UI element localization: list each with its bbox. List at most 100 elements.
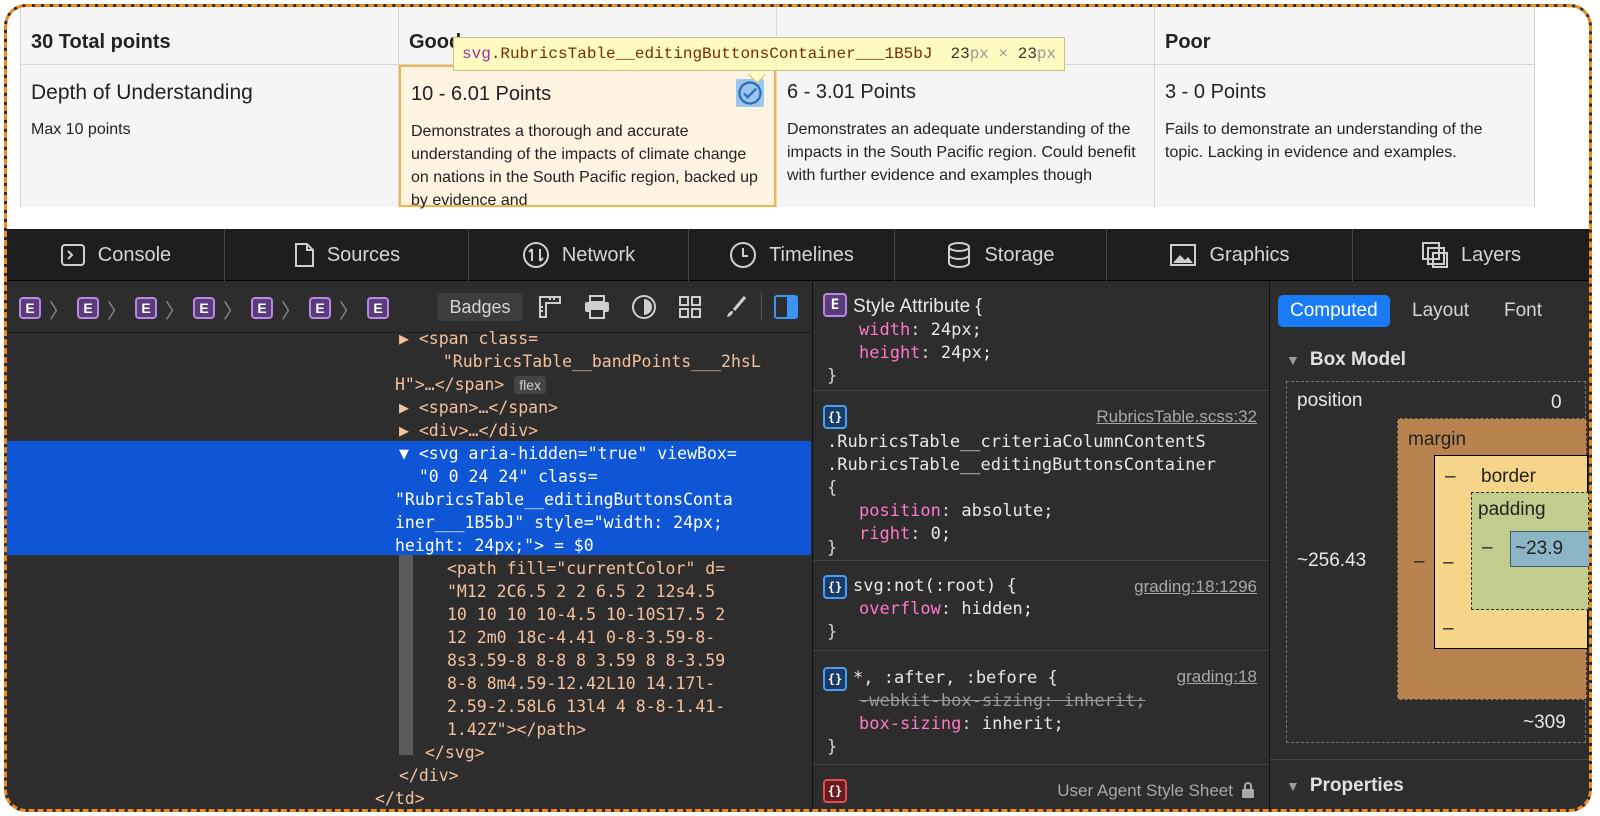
tooltip-unit: px (1036, 45, 1057, 63)
tab-computed[interactable]: Computed (1278, 295, 1390, 327)
rule-source-link[interactable]: grading:18:1296 (1134, 575, 1257, 598)
breadcrumb-element-icon[interactable]: E (251, 297, 273, 319)
tab-sources[interactable]: Sources (225, 229, 469, 281)
dom-node[interactable]: ▶ <div>…</div> (399, 419, 538, 442)
criteria-column: 30 Total points Depth of Understanding M… (21, 7, 399, 207)
breadcrumb-element-icon[interactable]: E (19, 297, 41, 319)
margin-left-value: – (1414, 551, 1425, 572)
dom-node-text: 12 2m0 18c-4.41 0-8-3.59-8- (447, 628, 716, 647)
dom-node[interactable]: ▶ <span class= (399, 327, 538, 350)
style-property[interactable]: height: 24px; (859, 342, 992, 365)
properties-header[interactable]: ▼ Properties (1286, 775, 1404, 797)
check-circle-icon[interactable] (736, 79, 764, 107)
rating-cell[interactable]: 6 - 3.01 Points Demonstrates an adequate… (777, 65, 1154, 207)
box-model-content: ~23.9 (1510, 531, 1589, 567)
border-bottom-value: – (1443, 618, 1454, 639)
style-property[interactable]: width: 24px; (859, 319, 982, 342)
tab-storage[interactable]: Storage (895, 229, 1107, 281)
dom-node-text: 8-8 8m4.59-12.42L10 14.17l- (447, 674, 716, 693)
tooltip-tag: svg (462, 45, 491, 63)
property-value: hidden; (961, 599, 1034, 619)
badges-button[interactable]: Badges (437, 293, 523, 321)
dom-node[interactable]: <path fill="currentColor" d= (447, 557, 725, 580)
image-icon (1170, 244, 1197, 266)
rating-cell-selected[interactable]: 10 - 6.01 Points Demonstrates a thorough… (399, 65, 776, 209)
dom-node-text: H">…</span> flex (395, 373, 547, 396)
rule-selector: .RubricsTable__editingButtonsContainer (827, 455, 1216, 475)
margin-label: margin (1408, 429, 1467, 450)
tab-graphics[interactable]: Graphics (1107, 229, 1353, 281)
tab-font[interactable]: Font (1492, 295, 1554, 327)
property-value: 24px; (940, 343, 993, 363)
dom-node-text: 2.59-2.58L6 13l4 4 8-8-1.41- (447, 697, 726, 716)
section-title: Box Model (1309, 349, 1406, 370)
band-description: Demonstrates a thorough and accurate und… (411, 123, 758, 209)
rule-source-link[interactable]: RubricsTable.scss:32 (1096, 405, 1257, 428)
element-inspect-tooltip: svg.RubricsTable__editingButtonsContaine… (453, 37, 1066, 71)
breadcrumb-element-icon[interactable]: E (135, 297, 157, 319)
flex-badge[interactable]: flex (514, 376, 547, 394)
property-name: position (859, 501, 941, 521)
dom-node-text: 1.42Z"></path> (447, 720, 587, 739)
layers-icon (1421, 242, 1448, 268)
appearance-icon[interactable] (631, 294, 657, 320)
property-value: 24px; (930, 320, 982, 340)
breadcrumb-separator-icon: 〉 (339, 301, 359, 323)
rating-cell[interactable]: 3 - 0 Points Fails to demonstrate an und… (1155, 65, 1534, 207)
rule-open-brace: { (827, 478, 838, 498)
dom-node-text: 8s3.59-8 8-8 8 3.59 8 8-3.59 (447, 651, 726, 670)
box-model-margin: margin – border – – – padding – ~23.9 (1397, 418, 1589, 700)
tab-timelines[interactable]: Timelines (689, 229, 895, 281)
details-sidebar: Computed Layout Font ▼ Box Model position… (1269, 281, 1589, 809)
style-property[interactable]: overflow: hidden; (859, 598, 1033, 621)
breadcrumb-separator-icon: 〉 (165, 301, 185, 323)
breadcrumb-element-icon[interactable]: E (309, 297, 331, 319)
rule-selector: *, :after, :before { (853, 668, 1058, 688)
section-title: Properties (1309, 775, 1404, 796)
dom-node-selected[interactable]: ▼ <svg aria-hidden="true" viewBox= "0 0 … (7, 441, 811, 555)
style-rule: E Style Attribute { width: 24px; height:… (813, 281, 1269, 391)
tab-layers[interactable]: Layers (1353, 229, 1589, 281)
breadcrumb-separator-icon: 〉 (49, 301, 69, 323)
console-icon (60, 244, 85, 266)
rule-close-brace: } (827, 538, 838, 558)
breadcrumb-element-icon[interactable]: E (193, 297, 215, 319)
tab-label: Graphics (1209, 243, 1290, 266)
tab-network[interactable]: Network (469, 229, 689, 281)
rule-source-link[interactable]: grading:18 (1177, 665, 1257, 688)
rubric-table: 30 Total points Depth of Understanding M… (7, 7, 1589, 229)
tab-layout[interactable]: Layout (1400, 295, 1481, 327)
grid-icon[interactable] (677, 294, 703, 320)
breadcrumb-element-icon[interactable]: E (77, 297, 99, 319)
ruler-icon[interactable] (537, 294, 563, 320)
box-model-border: border – – – padding – ~23.9 (1434, 455, 1589, 649)
style-property[interactable]: box-sizing: inherit; (859, 713, 1064, 736)
disclosure-down-icon: ▼ (1286, 352, 1300, 368)
sidebar-toggle-icon[interactable] (773, 294, 799, 320)
database-icon (948, 242, 971, 269)
property-value: inherit; (981, 714, 1064, 734)
devtools-tab-bar: Console Sources Network Timelines Storag… (7, 229, 1589, 281)
breadcrumb-element-icon[interactable]: E (367, 297, 389, 319)
dom-node-text: "RubricsTable__bandPoints___2hsL (423, 352, 761, 371)
criterion-cell: Depth of Understanding Max 10 points (21, 65, 398, 207)
dom-node-close: </div> (399, 766, 459, 785)
tab-console[interactable]: Console (7, 229, 225, 281)
property-name: box-sizing (859, 714, 962, 734)
band-points: 3 - 0 Points (1165, 81, 1267, 103)
position-left-value: ~256.43 (1297, 550, 1367, 571)
style-property[interactable]: position: absolute; (859, 500, 1054, 523)
property-name: right (859, 524, 911, 544)
style-property[interactable]: right: 0; (859, 523, 951, 546)
lock-icon (1242, 782, 1254, 798)
border-label: border (1481, 466, 1536, 487)
print-icon[interactable] (583, 294, 611, 320)
box-model-header[interactable]: ▼ Box Model (1286, 349, 1406, 371)
style-property-overridden[interactable]: -webkit-box-sizing: inherit; (859, 690, 1146, 713)
brush-icon[interactable] (723, 294, 749, 320)
dom-node[interactable]: ▶ <span>…</span> (399, 396, 558, 419)
rule-selector: Style Attribute { (853, 296, 982, 317)
indent-guide (399, 555, 413, 755)
rule-selector: .RubricsTable__criteriaColumnContentS (827, 432, 1206, 452)
breadcrumb: E 〉 E 〉 E 〉 E 〉 E 〉 E 〉 E Badges (7, 281, 811, 333)
